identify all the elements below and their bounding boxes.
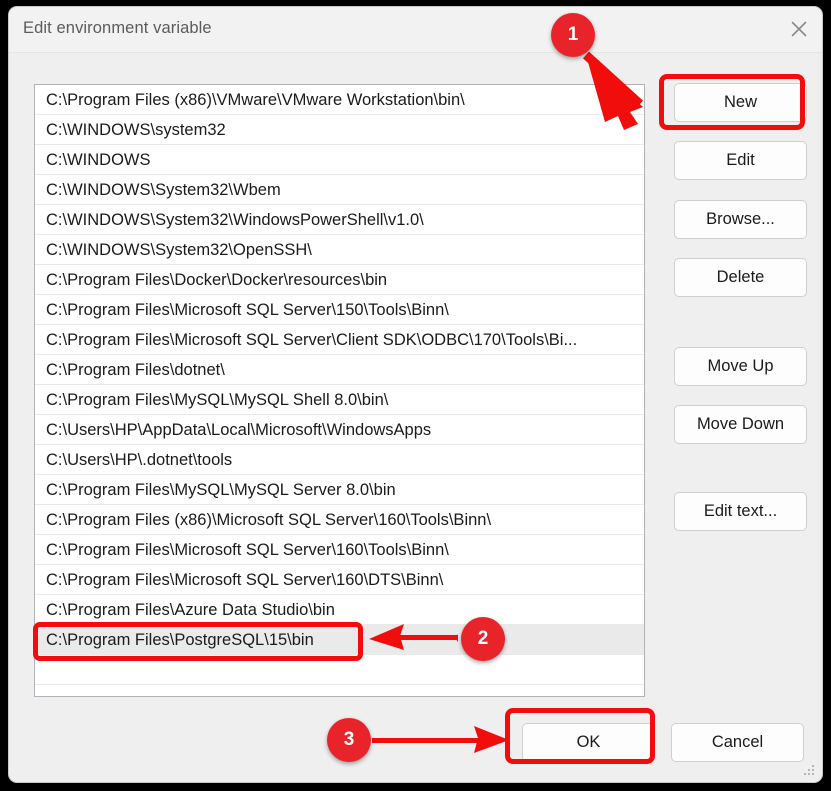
list-item[interactable]: C:\Program Files\Microsoft SQL Server\15… — [35, 295, 644, 325]
list-item[interactable]: C:\Program Files (x86)\Microsoft SQL Ser… — [35, 505, 644, 535]
list-item[interactable]: C:\Program Files\Microsoft SQL Server\Cl… — [35, 325, 644, 355]
edit-button[interactable]: Edit — [674, 141, 807, 180]
list-item-blank — [35, 655, 644, 685]
ok-button[interactable]: OK — [522, 723, 655, 762]
edit-environment-variable-dialog: Edit environment variable C:\Program Fil… — [8, 6, 823, 783]
list-item[interactable]: C:\Program Files\Azure Data Studio\bin — [35, 595, 644, 625]
close-icon[interactable] — [776, 7, 822, 51]
list-item[interactable]: C:\WINDOWS — [35, 145, 644, 175]
list-item[interactable]: C:\Users\HP\AppData\Local\Microsoft\Wind… — [35, 415, 644, 445]
list-item[interactable]: C:\Program Files (x86)\VMware\VMware Wor… — [35, 85, 644, 115]
list-item[interactable]: C:\WINDOWS\system32 — [35, 115, 644, 145]
browse-button[interactable]: Browse... — [674, 200, 807, 239]
list-item[interactable]: C:\Program Files\dotnet\ — [35, 355, 644, 385]
list-item-blank — [35, 685, 644, 697]
list-item[interactable]: C:\Users\HP\.dotnet\tools — [35, 445, 644, 475]
move-up-button[interactable]: Move Up — [674, 347, 807, 386]
delete-button[interactable]: Delete — [674, 258, 807, 297]
list-item[interactable]: C:\Program Files\Docker\Docker\resources… — [35, 265, 644, 295]
dialog-titlebar: Edit environment variable — [9, 7, 822, 53]
list-item[interactable]: C:\WINDOWS\System32\WindowsPowerShell\v1… — [35, 205, 644, 235]
move-down-button[interactable]: Move Down — [674, 405, 807, 444]
edit-text-button[interactable]: Edit text... — [674, 492, 807, 531]
new-button[interactable]: New — [674, 83, 807, 122]
list-item[interactable]: C:\WINDOWS\System32\OpenSSH\ — [35, 235, 644, 265]
list-item[interactable]: C:\Program Files\MySQL\MySQL Shell 8.0\b… — [35, 385, 644, 415]
screenshot-root: Edit environment variable C:\Program Fil… — [0, 0, 831, 791]
resize-grip-icon[interactable] — [802, 763, 816, 777]
list-item[interactable]: C:\WINDOWS\System32\Wbem — [35, 175, 644, 205]
path-list[interactable]: C:\Program Files (x86)\VMware\VMware Wor… — [34, 84, 645, 697]
list-item[interactable]: C:\Program Files\Microsoft SQL Server\16… — [35, 535, 644, 565]
list-item[interactable]: C:\Program Files\MySQL\MySQL Server 8.0\… — [35, 475, 644, 505]
dialog-title: Edit environment variable — [23, 19, 212, 38]
cancel-button[interactable]: Cancel — [671, 723, 804, 762]
list-item[interactable]: C:\Program Files\Microsoft SQL Server\16… — [35, 565, 644, 595]
list-item-selected[interactable]: C:\Program Files\PostgreSQL\15\bin — [35, 625, 644, 655]
